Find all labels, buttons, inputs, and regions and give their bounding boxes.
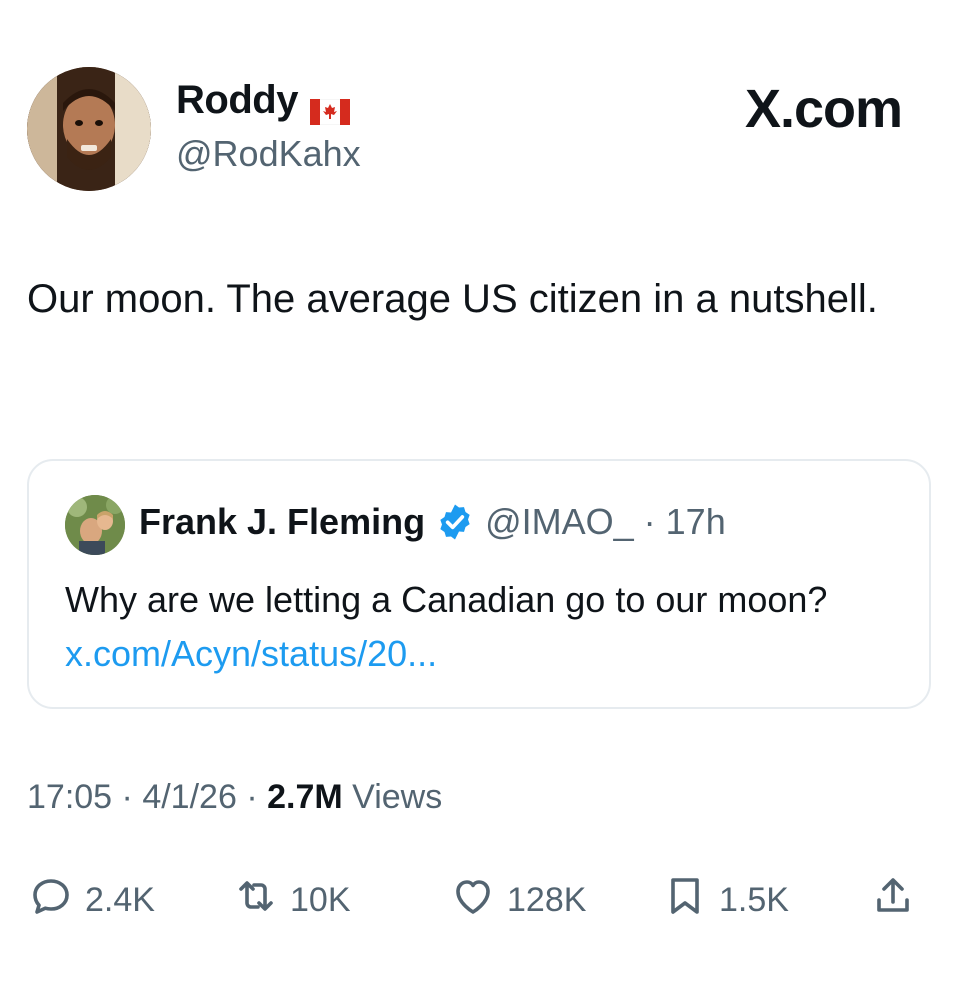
like-button[interactable]: 128K (449, 872, 586, 928)
tweet-meta: 17:05 · 4/1/26 · 2.7M Views (27, 778, 442, 817)
tweet-text: Our moon. The average US citizen in a nu… (27, 277, 878, 321)
heart-icon (449, 872, 497, 929)
quoted-separator: · (643, 501, 656, 542)
like-count: 128K (507, 880, 587, 919)
canada-flag-icon (309, 90, 351, 125)
tweet-time[interactable]: 17:05 (27, 778, 112, 816)
author-avatar[interactable] (27, 67, 151, 191)
author-handle[interactable]: @RodKahx (176, 133, 361, 175)
share-icon (869, 872, 917, 929)
quoted-tweet-text: Why are we letting a Canadian go to our … (65, 573, 895, 681)
reply-icon (27, 872, 75, 929)
author-display-name[interactable]: Roddy (176, 78, 351, 125)
action-bar: 2.4K 10K 128K 1.5K (27, 872, 927, 928)
repost-count: 10K (290, 880, 351, 919)
meta-separator-2: · (246, 778, 258, 816)
bookmark-icon (661, 872, 709, 929)
tweet-date[interactable]: 4/1/26 (142, 778, 237, 816)
views-label: Views (352, 778, 443, 816)
verified-badge-icon (435, 502, 475, 542)
repost-icon (232, 872, 280, 929)
quoted-tweet-link[interactable]: x.com/Acyn/status/20... (65, 633, 437, 674)
quoted-tweet-body: Why are we letting a Canadian go to our … (65, 579, 828, 620)
quoted-author-name[interactable]: Frank J. Fleming (139, 501, 425, 543)
repost-button[interactable]: 10K (232, 872, 351, 928)
bookmark-count: 1.5K (719, 880, 789, 919)
site-logo: X.com (744, 79, 903, 139)
share-button[interactable] (869, 872, 917, 928)
quoted-tweet-header: Frank J. Fleming @IMAO_ · 17h (139, 501, 726, 543)
bookmark-button[interactable]: 1.5K (661, 872, 789, 928)
views-count[interactable]: 2.7M (267, 778, 343, 816)
reply-button[interactable]: 2.4K (27, 872, 155, 928)
meta-separator-1: · (121, 778, 133, 816)
quoted-author-handle[interactable]: @IMAO_ (485, 501, 634, 543)
quoted-tweet-time[interactable]: 17h (666, 501, 726, 543)
quoted-tweet-card[interactable]: Frank J. Fleming @IMAO_ · 17h Why are we… (27, 459, 931, 709)
reply-count: 2.4K (85, 880, 155, 919)
quoted-author-avatar[interactable] (65, 495, 125, 555)
author-name-text: Roddy (176, 78, 298, 122)
